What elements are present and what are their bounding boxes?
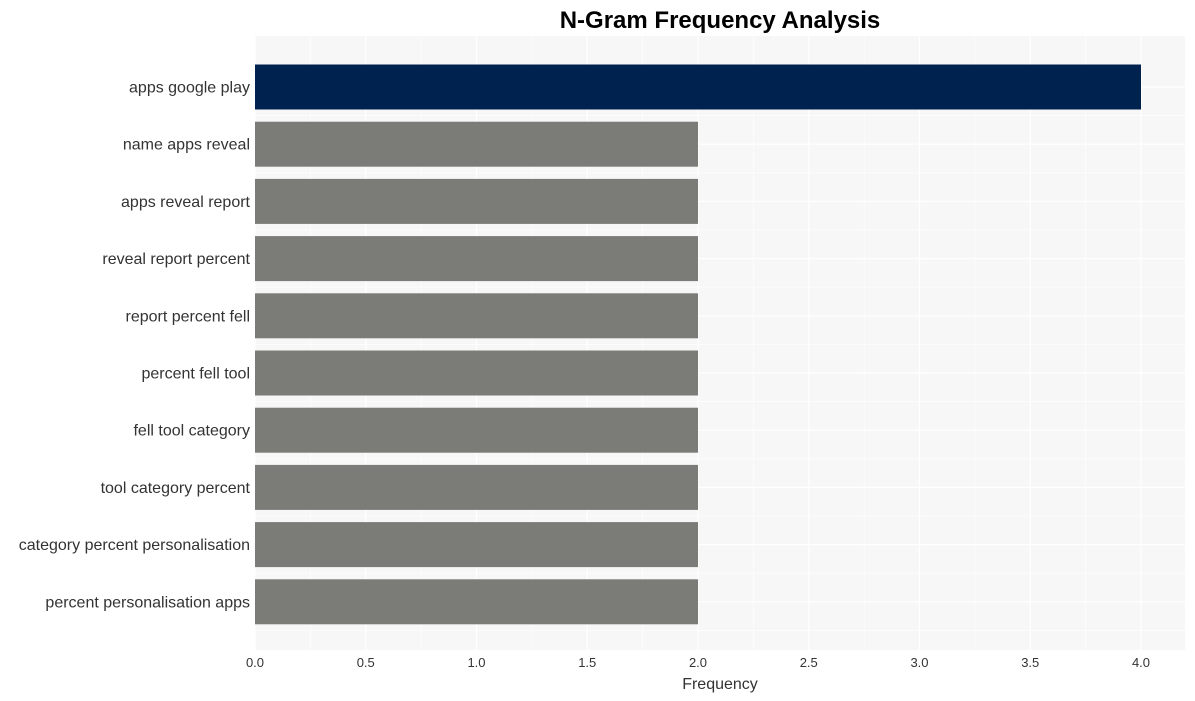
y-tick-label: percent personalisation apps <box>45 594 250 611</box>
y-tick-label: reveal report percent <box>102 251 250 268</box>
x-tick-label: 0.5 <box>357 655 375 670</box>
y-tick-label: percent fell tool <box>141 366 250 383</box>
x-tick-label: 4.0 <box>1132 655 1150 670</box>
chart-title: N-Gram Frequency Analysis <box>560 7 881 34</box>
bar-percent-fell-tool <box>255 350 698 396</box>
x-tick-label: 3.0 <box>910 655 928 670</box>
ngram-frequency-chart: apps google play name apps reveal apps rev… <box>19 7 1185 693</box>
x-tick-label: 1.5 <box>578 655 596 670</box>
bar-percent-personalisation-apps <box>255 579 698 625</box>
x-tick-label: 3.5 <box>1021 655 1039 670</box>
y-tick-label: report percent fell <box>125 308 250 325</box>
x-tick-label: 2.5 <box>800 655 818 670</box>
bar-tool-category-percent <box>255 464 698 510</box>
x-tick-label: 1.0 <box>467 655 485 670</box>
bar-apps-google-play <box>255 64 1141 110</box>
bar-reveal-report-percent <box>255 236 698 282</box>
bar-name-apps-reveal <box>255 121 698 167</box>
y-tick-label: tool category percent <box>101 480 251 497</box>
bar-category-percent-personalisation <box>255 522 698 568</box>
x-axis-ticks: 0.0 0.5 1.0 1.5 2.0 2.5 3.0 3.5 4.0 <box>246 655 1150 670</box>
y-tick-label: fell tool category <box>133 423 250 440</box>
x-tick-label: 0.0 <box>246 655 264 670</box>
x-axis-label: Frequency <box>682 676 758 693</box>
y-tick-label: apps reveal report <box>121 194 251 211</box>
bar-apps-reveal-report <box>255 178 698 224</box>
y-tick-label: name apps reveal <box>123 137 250 154</box>
bar-report-percent-fell <box>255 293 698 339</box>
x-tick-label: 2.0 <box>689 655 707 670</box>
y-axis-labels: apps google play name apps reveal apps rev… <box>19 80 251 612</box>
bar-fell-tool-category <box>255 407 698 453</box>
y-tick-label: category percent personalisation <box>19 537 250 554</box>
y-tick-label: apps google play <box>129 80 250 97</box>
